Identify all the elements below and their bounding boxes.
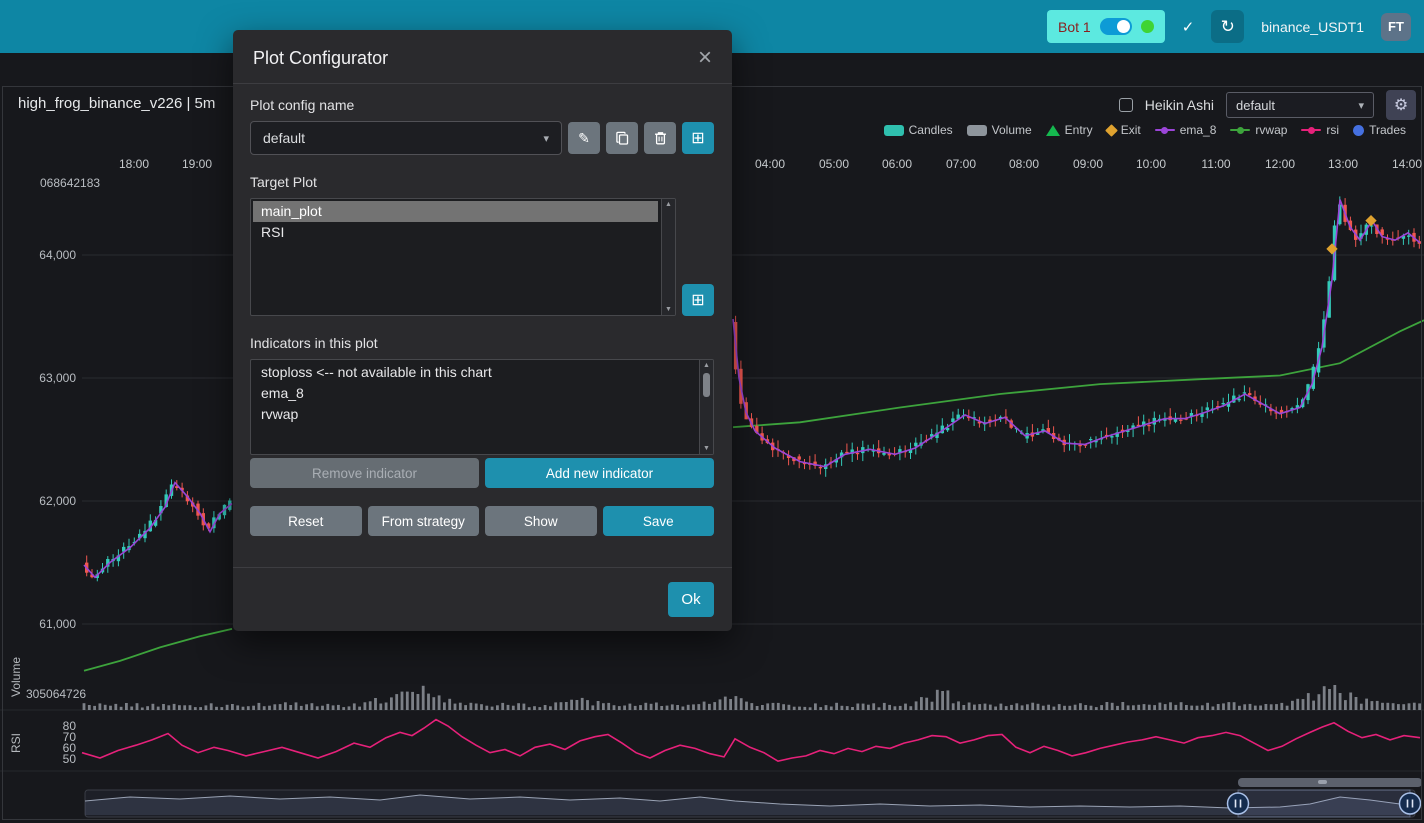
add-plus-icon: ⊞ — [691, 128, 704, 148]
modal-title: Plot Configurator — [253, 48, 388, 69]
legend-label: Entry — [1065, 123, 1093, 137]
rename-config-button[interactable]: ✎ — [568, 122, 600, 154]
ok-button[interactable]: Ok — [668, 582, 714, 617]
Volume-marker-icon — [967, 125, 987, 136]
plot-config-dropdown[interactable]: default ▾ — [1226, 92, 1374, 118]
legend-label: Candles — [909, 123, 953, 137]
indicators-label: Indicators in this plot — [250, 335, 714, 351]
modal-header: Plot Configurator × — [233, 30, 732, 84]
chevron-down-icon: ▾ — [543, 132, 549, 145]
legend-item-Exit[interactable]: Exit — [1107, 123, 1141, 137]
Candles-marker-icon — [884, 125, 904, 136]
legend-item-Entry[interactable]: Entry — [1046, 123, 1093, 137]
volume-pane-label: Volume — [9, 657, 23, 697]
modal-footer: Ok — [233, 567, 732, 631]
bot-name-label: Bot 1 — [1058, 19, 1091, 35]
check-icon: ✓ — [1182, 18, 1195, 36]
legend-item-rsi[interactable]: rsi — [1301, 123, 1339, 137]
modal-close-button[interactable]: × — [698, 46, 712, 70]
from-strategy-button[interactable]: From strategy — [368, 506, 480, 536]
chart-title: high_frog_binance_v226 | 5m — [18, 95, 215, 112]
chart-controls: Heikin Ashi default ▾ ⚙ — [1119, 90, 1416, 120]
scroll-up-icon[interactable]: ▲ — [665, 201, 672, 208]
bot-toggle[interactable] — [1100, 18, 1132, 35]
Entry-marker-icon — [1046, 125, 1060, 136]
copy-icon — [615, 131, 629, 145]
plot-configurator-modal: Plot Configurator × Plot config name def… — [233, 30, 732, 631]
delete-config-button[interactable] — [644, 122, 676, 154]
legend-label: rvwap — [1255, 123, 1287, 137]
legend-item-Candles[interactable]: Candles — [884, 123, 953, 137]
legend-item-rvwap[interactable]: rvwap — [1230, 123, 1287, 137]
plot-config-name-label: Plot config name — [250, 97, 714, 113]
target-plot-list[interactable]: main_plotRSI▲▼ — [250, 198, 676, 316]
gear-icon: ⚙ — [1394, 95, 1408, 115]
heikin-ashi-checkbox[interactable] — [1119, 98, 1133, 112]
modal-body: Plot config name default ▾ ✎ ⊞ Target Pl… — [233, 84, 732, 567]
legend-label: Exit — [1121, 123, 1141, 137]
volume-axis-value: 305064726 — [26, 687, 86, 701]
price-axis-top-label: 068642183 — [40, 176, 100, 190]
scrollbar[interactable]: ▲▼ — [699, 360, 713, 454]
freqtrade-logo[interactable]: FT — [1381, 13, 1411, 41]
add-plus-icon: ⊞ — [691, 290, 704, 310]
bot-account-label: binance_USDT1 — [1261, 19, 1364, 35]
legend-item-ema_8[interactable]: ema_8 — [1155, 123, 1217, 137]
legend-label: Trades — [1369, 123, 1406, 137]
legend-label: rsi — [1326, 123, 1339, 137]
indicator-item[interactable]: rvwap — [253, 404, 696, 425]
ema_8-marker-icon — [1155, 129, 1175, 131]
refresh-button[interactable]: ↻ — [1211, 10, 1244, 43]
scroll-up-icon[interactable]: ▲ — [703, 362, 710, 369]
rvwap-marker-icon — [1230, 129, 1250, 131]
duplicate-config-button[interactable] — [606, 122, 638, 154]
legend-label: Volume — [992, 123, 1032, 137]
plot-config-name-select[interactable]: default ▾ — [250, 121, 562, 155]
add-plot-button[interactable]: ⊞ — [682, 284, 714, 316]
target-plot-item[interactable]: main_plot — [253, 201, 658, 222]
show-button[interactable]: Show — [485, 506, 597, 536]
target-plot-item[interactable]: RSI — [253, 222, 658, 243]
refresh-icon: ↻ — [1221, 17, 1235, 37]
chart-legend: Candles Volume Entry Exit ema_8 rvwap rsi Trade… — [870, 123, 1406, 137]
toggle-knob — [1117, 20, 1130, 33]
indicator-item[interactable]: stoploss <-- not available in this chart — [253, 362, 696, 383]
close-icon: × — [698, 44, 712, 71]
rsi-pane-label: RSI — [9, 733, 23, 753]
scrollbar[interactable]: ▲▼ — [661, 199, 675, 315]
bot-selector[interactable]: Bot 1 — [1047, 10, 1165, 43]
datazoom-handle[interactable] — [1400, 793, 1421, 814]
scroll-down-icon[interactable]: ▼ — [665, 306, 672, 313]
indicators-list[interactable]: stoploss <-- not available in this chart… — [250, 359, 714, 455]
trash-icon — [654, 131, 667, 145]
app-root: Bot 1 ✓ ↻ binance_USDT1 FT high_frog_bin… — [0, 0, 1424, 823]
legend-item-Trades[interactable]: Trades — [1353, 123, 1406, 137]
reset-button[interactable]: Reset — [250, 506, 362, 536]
legend-label: ema_8 — [1180, 123, 1217, 137]
indicator-item[interactable]: ema_8 — [253, 383, 696, 404]
scrollbar-thumb[interactable] — [703, 373, 710, 397]
Exit-marker-icon — [1105, 124, 1118, 137]
add-config-button[interactable]: ⊞ — [682, 122, 714, 154]
scroll-down-icon[interactable]: ▼ — [703, 445, 710, 452]
remove-indicator-button[interactable]: Remove indicator — [250, 458, 479, 488]
rsi-marker-icon — [1301, 129, 1321, 131]
bot-online-dot — [1141, 20, 1154, 33]
plot-config-dropdown-value: default — [1236, 98, 1275, 113]
add-indicator-button[interactable]: Add new indicator — [485, 458, 714, 488]
plot-config-name-value: default — [263, 130, 305, 146]
legend-item-Volume[interactable]: Volume — [967, 123, 1032, 137]
chevron-down-icon: ▾ — [1358, 99, 1364, 112]
save-button[interactable]: Save — [603, 506, 715, 536]
Trades-marker-icon — [1353, 125, 1364, 136]
plot-configurator-button[interactable]: ⚙ — [1386, 90, 1416, 120]
heikin-ashi-label: Heikin Ashi — [1145, 97, 1214, 113]
pencil-icon: ✎ — [578, 130, 590, 147]
target-plot-label: Target Plot — [250, 174, 714, 190]
datazoom-handle[interactable] — [1228, 793, 1249, 814]
